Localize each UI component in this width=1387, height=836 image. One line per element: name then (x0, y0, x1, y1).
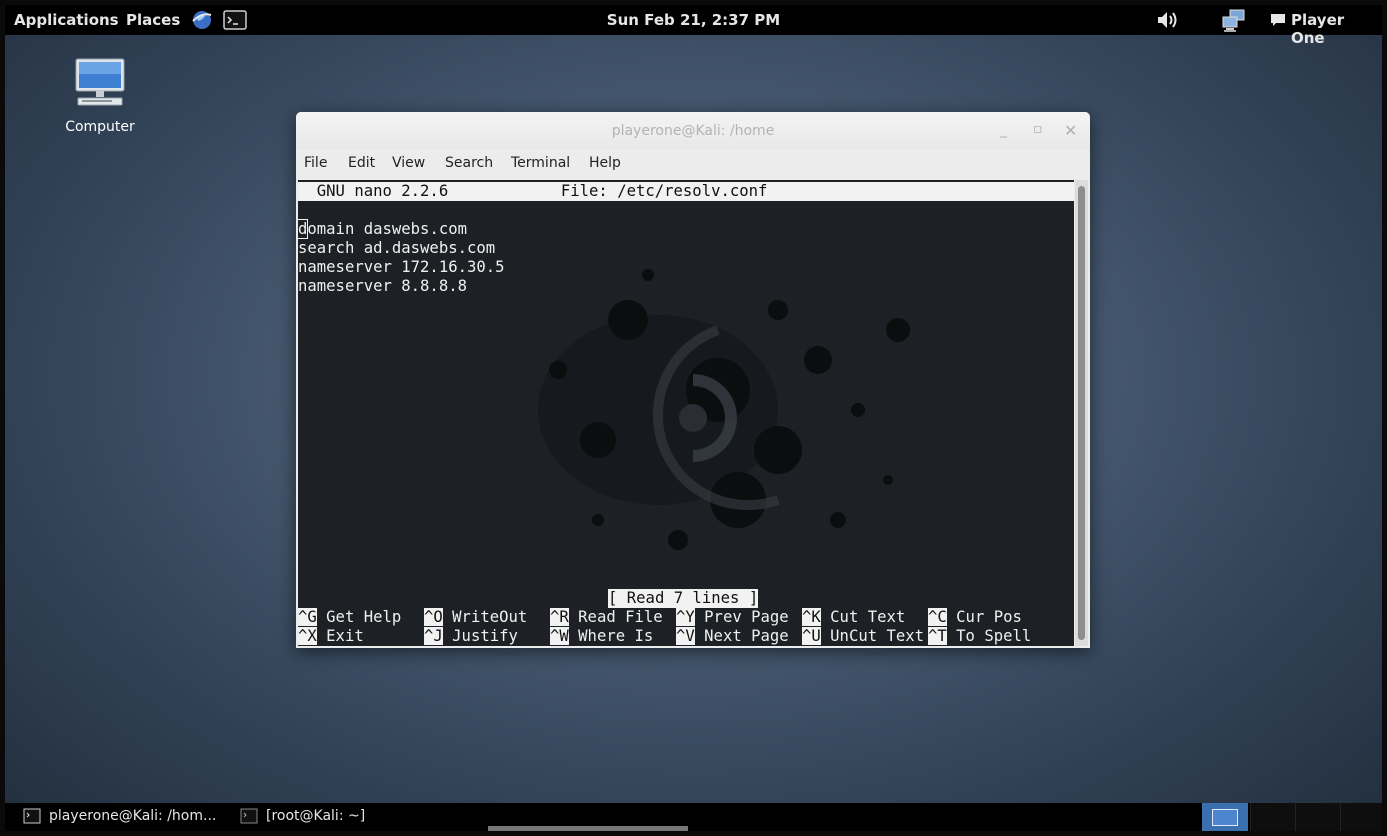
taskbar-item-root[interactable]: [root@Kali: ~] (266, 808, 365, 824)
menu-terminal[interactable]: Terminal (511, 155, 570, 171)
terminal-launcher-icon[interactable] (223, 9, 247, 35)
computer-desktop-icon[interactable]: Computer (57, 57, 143, 135)
shortcut-to-spell: ^T To Spell (928, 627, 1031, 646)
scrollbar-thumb[interactable] (1078, 186, 1085, 640)
nano-title-bar: GNU nano 2.2.6 File: /etc/resolv.conf (298, 182, 1074, 201)
file-line-1[interactable]: domain daswebs.com (298, 219, 467, 239)
terminal-area[interactable]: GNU nano 2.2.6 File: /etc/resolv.conf do… (298, 180, 1074, 646)
shortcut-cur-pos: ^C Cur Pos (928, 608, 1022, 627)
shortcut-exit: ^X Exit (298, 627, 364, 646)
shortcut-prev-page: ^Y Prev Page (676, 608, 789, 627)
file-line-1-text: omain daswebs.com (307, 220, 467, 238)
terminal-task-icon (23, 808, 41, 828)
file-line-3[interactable]: nameserver 172.16.30.5 (298, 258, 505, 277)
status-message: [ Read 7 lines ] (608, 589, 759, 608)
close-button[interactable]: ✕ (1064, 121, 1077, 140)
applications-menu[interactable]: Applications (14, 11, 119, 29)
shortcut-label: Cut Text (820, 608, 906, 626)
shortcut-label: Justify (442, 627, 518, 645)
menu-search[interactable]: Search (445, 155, 493, 171)
bottom-scroll-indicator (488, 826, 688, 831)
terminal-window[interactable]: playerone@Kali: /home _ ▫ ✕ File Edit Vi… (296, 112, 1090, 648)
desktop: Applications Places Sun Feb 21, 2:37 PM (5, 5, 1382, 831)
window-title: playerone@Kali: /home (611, 123, 775, 139)
text-cursor: d (298, 219, 309, 239)
shortcut-key: ^V (676, 627, 695, 645)
shortcut-key: ^G (298, 608, 317, 626)
shortcut-label: Next Page (694, 627, 789, 645)
computer-icon (75, 58, 125, 106)
network-icon[interactable] (1221, 9, 1247, 37)
terminal-scrollbar[interactable] (1075, 180, 1088, 646)
shortcut-key: ^R (550, 608, 569, 626)
user-menu[interactable]: Player One (1291, 11, 1382, 47)
menu-view[interactable]: View (392, 155, 425, 171)
shortcut-justify: ^J Justify (424, 627, 518, 646)
shortcut-label: Read File (568, 608, 663, 626)
shortcut-label: Get Help (316, 608, 402, 626)
shortcut-label: WriteOut (442, 608, 528, 626)
shortcut-get-help: ^G Get Help (298, 608, 401, 627)
shortcut-key: ^U (802, 627, 821, 645)
shortcut-label: Cur Pos (946, 608, 1022, 626)
shortcut-uncut-text: ^U UnCut Text (802, 627, 924, 646)
places-menu[interactable]: Places (126, 11, 180, 29)
chat-icon (1270, 12, 1286, 32)
shortcut-key: ^C (928, 608, 947, 626)
shortcut-writeout: ^O WriteOut (424, 608, 527, 627)
shortcut-read-file: ^R Read File (550, 608, 663, 627)
minimize-button[interactable]: _ (1000, 122, 1007, 138)
workspace-2[interactable] (1250, 803, 1295, 831)
window-titlebar[interactable]: playerone@Kali: /home _ ▫ ✕ (296, 112, 1090, 149)
taskbar-item-playerone[interactable]: playerone@Kali: /hom... (49, 808, 216, 824)
shortcut-key: ^K (802, 608, 821, 626)
shortcut-key: ^O (424, 608, 443, 626)
workspace-3[interactable] (1295, 803, 1340, 831)
shortcut-key: ^X (298, 627, 317, 645)
file-line-2[interactable]: search ad.daswebs.com (298, 239, 495, 258)
computer-label: Computer (65, 119, 135, 135)
shortcut-key: ^Y (676, 608, 695, 626)
menu-file[interactable]: File (304, 155, 327, 171)
menu-edit[interactable]: Edit (348, 155, 375, 171)
shortcut-key: ^T (928, 627, 947, 645)
shortcut-label: Prev Page (694, 608, 789, 626)
browser-icon[interactable] (191, 9, 213, 35)
shortcut-label: Where Is (568, 627, 654, 645)
maximize-button[interactable]: ▫ (1033, 121, 1043, 137)
workspace-4[interactable] (1340, 803, 1382, 831)
window-menubar: File Edit View Search Terminal Help (296, 149, 1090, 179)
shortcut-where-is: ^W Where Is (550, 627, 653, 646)
terminal-task-icon-2 (240, 808, 258, 828)
file-line-4[interactable]: nameserver 8.8.8.8 (298, 277, 467, 296)
shortcut-label: UnCut Text (820, 627, 925, 645)
shortcut-cut-text: ^K Cut Text (802, 608, 905, 627)
workspace-1[interactable] (1202, 803, 1248, 831)
shortcut-label: Exit (316, 627, 364, 645)
shortcut-next-page: ^V Next Page (676, 627, 789, 646)
clock[interactable]: Sun Feb 21, 2:37 PM (607, 11, 780, 29)
top-panel: Applications Places Sun Feb 21, 2:37 PM (5, 5, 1382, 47)
bottom-taskbar: playerone@Kali: /hom... [root@Kali: ~] (5, 803, 1382, 831)
shortcut-key: ^W (550, 627, 569, 645)
shortcut-label: To Spell (946, 627, 1032, 645)
shortcut-key: ^J (424, 627, 443, 645)
volume-icon[interactable] (1155, 9, 1183, 35)
menu-help[interactable]: Help (589, 155, 621, 171)
